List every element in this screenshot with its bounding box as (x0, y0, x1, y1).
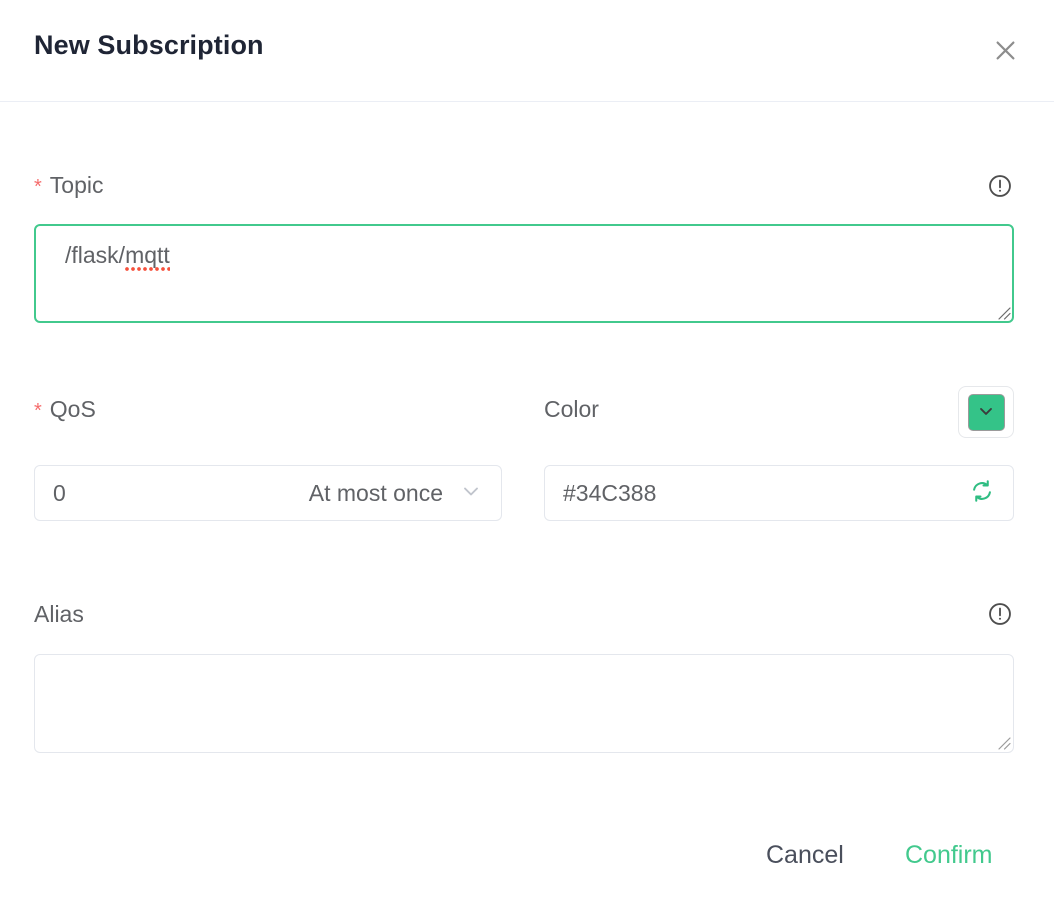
close-button[interactable] (982, 27, 1028, 73)
topic-resize-handle[interactable] (995, 304, 1011, 320)
qos-required-asterisk: * (34, 400, 42, 422)
qos-select-right: At most once (309, 479, 483, 508)
chevron-down-icon (976, 401, 996, 424)
alias-textarea-wrapper (34, 654, 1014, 753)
color-label: Color (544, 395, 599, 422)
topic-required-asterisk: * (34, 176, 42, 198)
alias-resize-handle[interactable] (995, 734, 1011, 750)
dialog-footer: Cancel Confirm (0, 812, 1054, 908)
qos-value: 0 (53, 479, 66, 506)
color-swatch-preview (967, 393, 1005, 431)
topic-info-icon[interactable] (987, 173, 1013, 199)
confirm-button[interactable]: Confirm (905, 841, 993, 870)
qos-label-row: * QoS (34, 394, 96, 424)
alias-info-icon[interactable] (987, 601, 1013, 627)
color-swatch-button[interactable] (958, 386, 1014, 438)
qos-label: QoS (49, 395, 96, 422)
alias-label-row: Alias (34, 599, 84, 629)
color-label-row: Color (544, 394, 599, 424)
topic-label: Topic (49, 171, 104, 198)
page-title: New Subscription (34, 30, 264, 60)
dialog-header: New Subscription (0, 0, 1054, 102)
alias-textarea[interactable] (34, 654, 1014, 753)
new-subscription-dialog: New Subscription * Topic /flask/mqtt * Q… (0, 0, 1054, 908)
qos-select[interactable]: 0 At most once (34, 465, 502, 521)
color-input-right (969, 478, 995, 509)
alias-label: Alias (34, 600, 84, 627)
close-icon (992, 37, 1019, 64)
topic-label-row: * Topic (34, 170, 104, 200)
color-hex-value: #34C388 (563, 479, 657, 506)
qos-value-text: At most once (308, 479, 443, 506)
cancel-button[interactable]: Cancel (766, 841, 844, 870)
topic-textarea[interactable] (34, 224, 1014, 323)
chevron-down-icon[interactable] (459, 479, 483, 508)
topic-textarea-wrapper: /flask/mqtt (34, 224, 1014, 323)
color-hex-input[interactable]: #34C388 (544, 465, 1014, 521)
refresh-icon[interactable] (969, 478, 995, 509)
